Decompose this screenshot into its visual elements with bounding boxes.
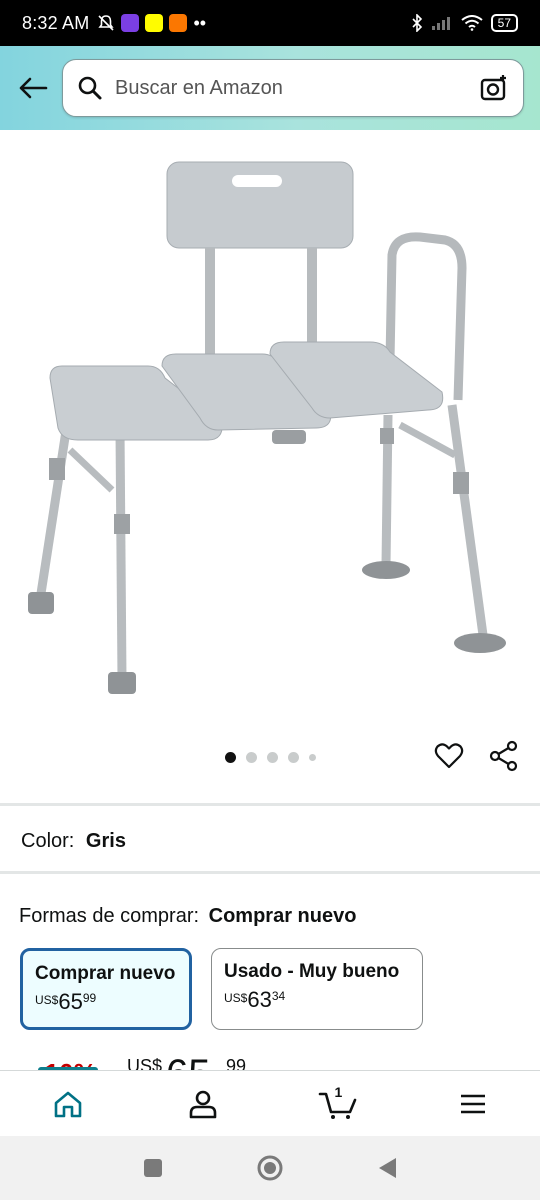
color-value: Gris: [85, 830, 126, 852]
back-triangle-icon[interactable]: [376, 1156, 398, 1180]
color-label: Color:: [21, 830, 75, 852]
price-cents: 34: [271, 989, 286, 1003]
status-time: 8:32 AM: [22, 12, 90, 33]
pager-dot[interactable]: [287, 751, 299, 763]
notification-icons: ••: [97, 13, 206, 34]
ways-value: Comprar nuevo: [208, 905, 357, 927]
section-divider: [0, 803, 540, 806]
option-used-very-good[interactable]: Usado - Muy bueno US$ 63 34: [211, 948, 423, 1030]
share-icon: [489, 740, 518, 772]
wifi-icon: [461, 15, 483, 31]
wishlist-button[interactable]: [433, 740, 465, 772]
pager-dot[interactable]: [245, 751, 257, 763]
nav-menu[interactable]: [443, 1079, 503, 1129]
more-notifications-icon: ••: [193, 12, 207, 33]
bluetooth-icon: [412, 14, 422, 32]
bottom-navigation: 1: [0, 1070, 540, 1136]
app-header: Buscar en Amazon: [0, 46, 540, 130]
product-image[interactable]: [0, 130, 540, 730]
pager-dot[interactable]: [308, 753, 316, 761]
option-title: Usado - Muy bueno: [224, 961, 400, 982]
search-icon: [78, 76, 102, 100]
price-currency: US$: [35, 993, 59, 1007]
temu-icon: [169, 14, 188, 32]
option-title: Comprar nuevo: [35, 963, 176, 984]
search-input[interactable]: Buscar en Amazon: [115, 77, 479, 100]
bell-off-icon: [98, 15, 115, 31]
nav-account[interactable]: [173, 1079, 233, 1129]
pager-dot[interactable]: [224, 751, 236, 763]
transfer-bench-illustration: [28, 161, 506, 694]
price-whole: 65: [166, 1054, 211, 1070]
option-price: US$ 63 34: [224, 987, 410, 1013]
price-cents: 99: [82, 991, 97, 1005]
heart-icon: [434, 743, 464, 769]
section-divider: [0, 871, 540, 874]
signal-icon: [431, 17, 450, 30]
share-button[interactable]: [488, 740, 520, 772]
option-buy-new[interactable]: Comprar nuevo US$ 65 99: [20, 948, 192, 1030]
battery-indicator: 57: [490, 14, 518, 32]
status-right: 57: [411, 14, 518, 32]
home-circle-icon[interactable]: [256, 1154, 284, 1182]
price-whole: 63: [247, 987, 272, 1012]
camera-search-icon[interactable]: [479, 73, 509, 103]
nav-home[interactable]: [38, 1079, 98, 1129]
arrow-left-icon: [19, 77, 48, 99]
buying-options-heading: Formas de comprar: Comprar nuevo: [19, 905, 356, 928]
pager-dot[interactable]: [266, 751, 278, 763]
home-icon: [54, 1091, 81, 1117]
status-bar: 8:32 AM •• 57: [0, 0, 540, 46]
snapchat-icon: [145, 14, 164, 32]
nav-cart[interactable]: 1: [308, 1079, 368, 1129]
option-price: US$ 65 99: [35, 989, 177, 1015]
ways-label: Formas de comprar:: [19, 905, 200, 927]
hamburger-menu-icon: [460, 1094, 485, 1113]
cart-count-badge: 1: [334, 1083, 343, 1100]
price-currency: US$: [127, 1056, 163, 1070]
price-block: -10% US$ 65 99: [0, 1054, 540, 1070]
home-app-icon: [121, 14, 140, 32]
system-navigation: [0, 1136, 540, 1200]
price-currency: US$: [224, 991, 248, 1005]
recents-icon[interactable]: [142, 1157, 164, 1179]
price-cents: 99: [226, 1056, 247, 1070]
search-bar[interactable]: Buscar en Amazon: [62, 59, 524, 117]
price-whole: 65: [58, 989, 83, 1014]
person-icon: [189, 1090, 216, 1118]
color-selector[interactable]: Color: Gris: [21, 830, 126, 853]
back-button[interactable]: [16, 71, 50, 105]
